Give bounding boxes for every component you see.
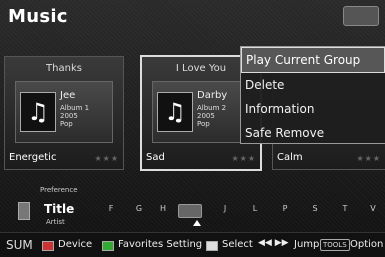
sort-icon <box>18 202 30 220</box>
menu-item-play-current-group[interactable]: Play Current Group <box>241 47 385 73</box>
letter-item[interactable]: T <box>334 204 356 213</box>
letter-cursor-icon <box>193 220 201 226</box>
letter-item-active[interactable] <box>178 204 202 218</box>
track-year: 2005 <box>197 112 215 120</box>
track-artist: Jee <box>60 90 76 101</box>
rating-stars: ★★★ <box>94 154 119 163</box>
music-note-icon: ♫ <box>20 92 56 132</box>
track-meta: Album 2 2005 Pop <box>197 104 226 128</box>
rating-stars: ★★★ <box>356 154 381 163</box>
sort-option-prev[interactable]: Preference <box>40 186 78 194</box>
device-label[interactable]: Device <box>58 239 92 250</box>
mood-label: Calm <box>277 152 303 163</box>
letter-item[interactable]: V <box>362 204 384 213</box>
tools-button-icon: TOOLS <box>320 239 350 251</box>
favorites-setting-label[interactable]: Favorites Setting <box>118 239 202 250</box>
sort-bar: Preference Title Artist F G H J L P S T … <box>0 182 385 232</box>
letter-item[interactable]: J <box>214 204 236 213</box>
music-note-icon: ♫ <box>157 92 193 132</box>
music-screen: Music Thanks ♫ Jee Album 1 2005 Pop Ener… <box>0 0 385 257</box>
music-group-card[interactable]: Thanks ♫ Jee Album 1 2005 Pop Energetic … <box>4 56 124 170</box>
track-album: Album 2 <box>197 104 227 112</box>
sum-label: SUM <box>6 238 33 252</box>
jump-label[interactable]: Jump <box>294 239 319 250</box>
sort-option-next[interactable]: Artist <box>46 218 65 226</box>
track-year: 2005 <box>60 112 78 120</box>
select-label[interactable]: Select <box>222 239 253 250</box>
options-menu: Play Current Group Delete Information Sa… <box>240 46 385 144</box>
track-tile[interactable]: ♫ Jee Album 1 2005 Pop <box>15 81 113 143</box>
green-button-icon <box>102 241 114 251</box>
group-name: Thanks <box>46 63 82 74</box>
red-button-icon <box>42 241 54 251</box>
option-label[interactable]: Option <box>350 239 383 250</box>
menu-item-information[interactable]: Information <box>241 97 385 121</box>
letter-item[interactable]: P <box>274 204 296 213</box>
help-bar: SUM Device Favorites Setting Select ◀◀ ▶… <box>0 232 385 257</box>
mood-label: Energetic <box>9 152 57 163</box>
sort-option-current[interactable]: Title <box>44 202 74 216</box>
mode-button[interactable] <box>343 6 379 26</box>
track-artist: Darby <box>197 90 228 101</box>
track-genre: Pop <box>197 120 210 128</box>
letter-item[interactable]: G <box>128 204 150 213</box>
rating-stars: ★★★ <box>231 154 256 163</box>
track-album: Album 1 <box>60 104 90 112</box>
letter-item[interactable]: S <box>304 204 326 213</box>
menu-item-safe-remove[interactable]: Safe Remove <box>241 121 385 145</box>
jump-arrows-icon: ◀◀ ▶▶ <box>258 238 289 248</box>
track-tile[interactable]: ♫ Darby Album 2 2005 Pop <box>152 81 250 143</box>
letter-item[interactable]: L <box>244 204 266 213</box>
mood-label: Sad <box>146 152 165 163</box>
enter-button-icon <box>206 241 218 251</box>
page-title: Music <box>8 6 68 27</box>
track-genre: Pop <box>60 120 73 128</box>
track-meta: Album 1 2005 Pop <box>60 104 89 128</box>
letter-item[interactable]: F <box>100 204 122 213</box>
letter-item[interactable]: H <box>152 204 174 213</box>
menu-item-delete[interactable]: Delete <box>241 73 385 97</box>
